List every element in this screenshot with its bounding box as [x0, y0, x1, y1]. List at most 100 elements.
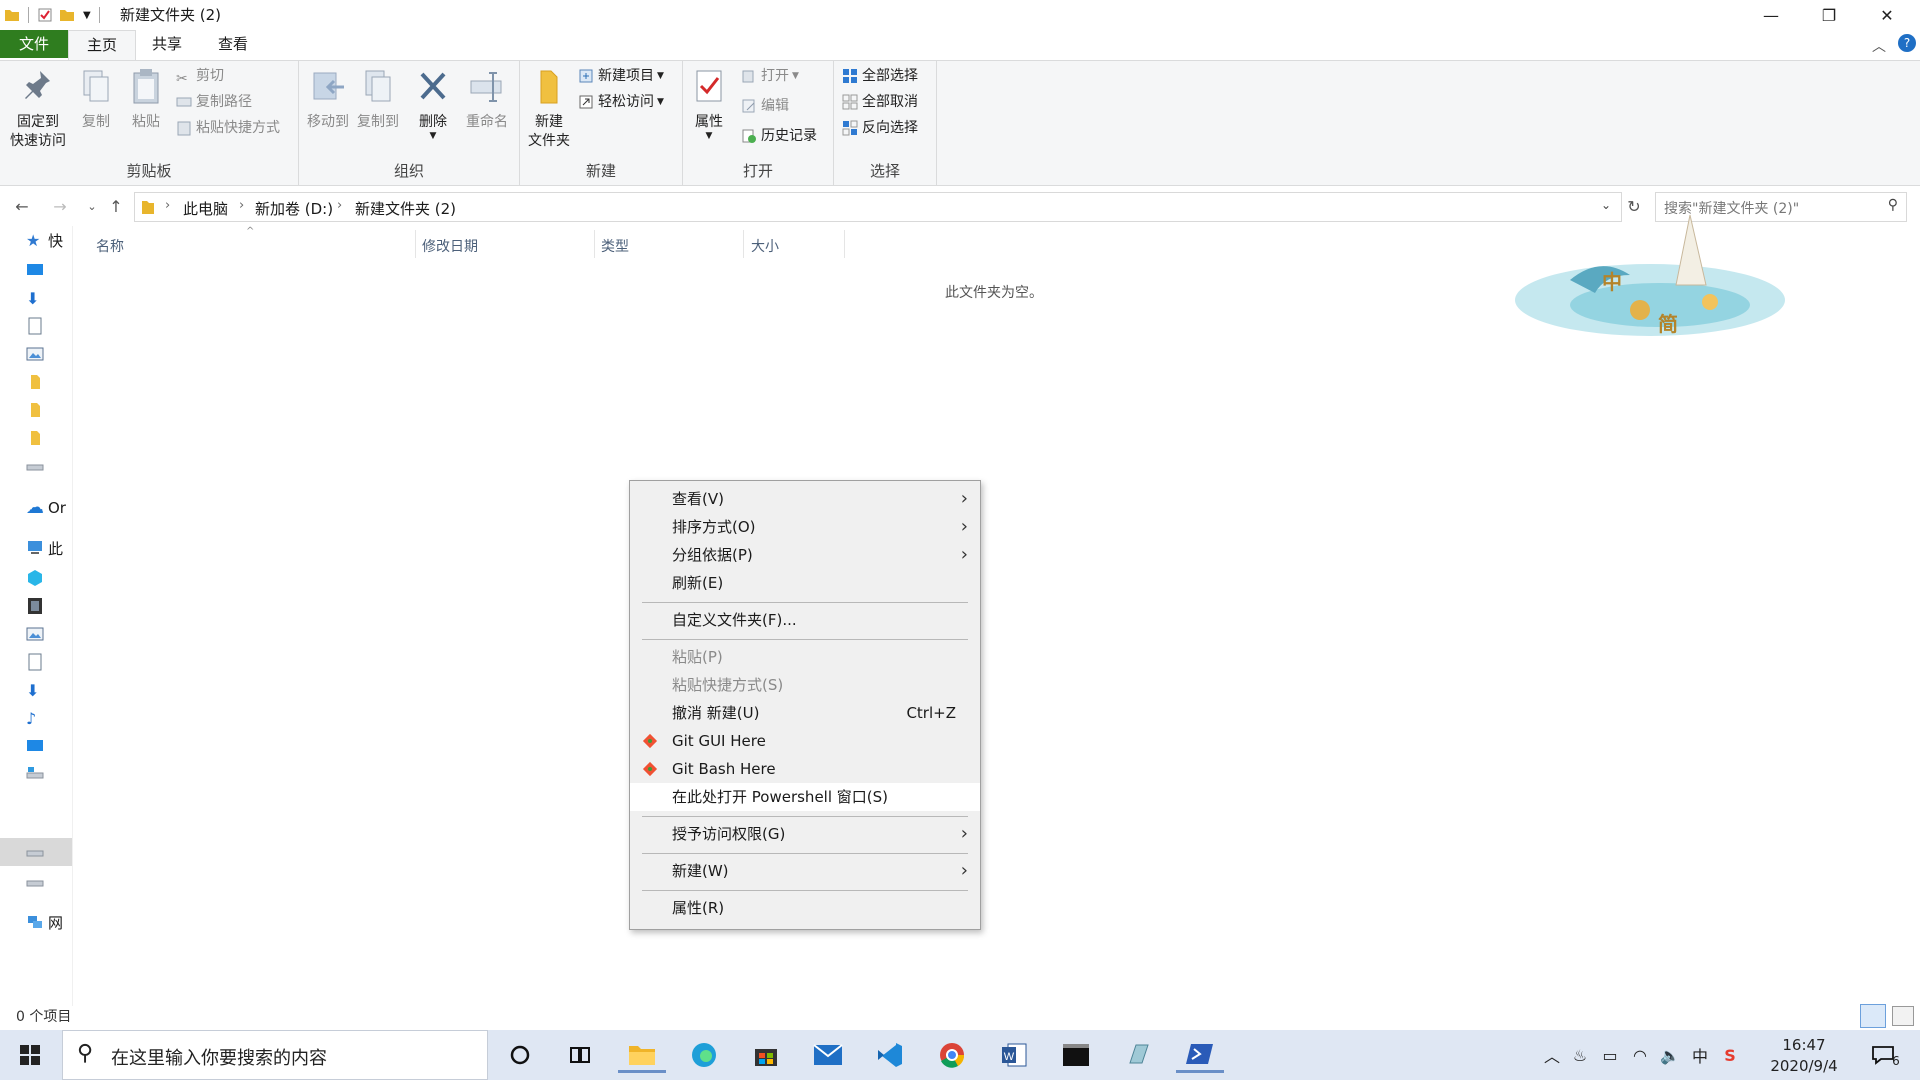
column-separator[interactable] [743, 230, 744, 258]
breadcrumb-separator-icon[interactable]: › [165, 198, 170, 213]
properties-dropdown-icon[interactable]: ▼ [687, 132, 731, 141]
tray-app-icon[interactable]: ♨ [1568, 1030, 1592, 1080]
menu-item-group-by[interactable]: 分组依据(P) › [630, 541, 980, 569]
menu-item-new[interactable]: 新建(W) › [630, 857, 980, 885]
taskbar-word[interactable]: W [990, 1037, 1038, 1073]
menu-item-git-bash[interactable]: Git Bash Here [630, 755, 980, 783]
menu-item-git-gui[interactable]: Git GUI Here [630, 727, 980, 755]
forward-icon[interactable]: → [48, 194, 72, 218]
column-separator[interactable] [415, 230, 416, 258]
nav-pictures-2[interactable] [26, 620, 72, 648]
nav-onedrive[interactable]: ☁ Or [26, 494, 72, 522]
rename-button[interactable]: 重命名 [461, 67, 513, 132]
taskbar-mail[interactable] [804, 1037, 852, 1073]
cut-button[interactable]: ✂ 剪切 [176, 65, 224, 87]
nav-desktop[interactable] [26, 256, 72, 284]
select-none-button[interactable]: 全部取消 [842, 91, 918, 113]
nav-documents[interactable] [26, 312, 72, 340]
history-button[interactable]: 历史记录 [741, 125, 817, 147]
select-all-button[interactable]: 全部选择 [842, 65, 918, 87]
open-button[interactable]: 打开 ▼ [741, 65, 799, 87]
nav-downloads-2[interactable]: ⬇ [26, 676, 72, 704]
delete-dropdown-icon[interactable]: ▼ [411, 132, 455, 141]
menu-item-undo-new[interactable]: 撤消 新建(U) Ctrl+Z [630, 699, 980, 727]
nav-drive-c[interactable] [26, 760, 72, 788]
show-hidden-icons-icon[interactable]: ︿ [1540, 1030, 1564, 1080]
nav-folder-1[interactable] [26, 368, 72, 396]
menu-item-paste-shortcut[interactable]: 粘贴快捷方式(S) [630, 671, 980, 699]
menu-item-paste[interactable]: 粘贴(P) [630, 643, 980, 671]
help-icon[interactable]: ? [1898, 34, 1916, 52]
nav-downloads[interactable]: ⬇ [26, 284, 72, 312]
recent-locations-icon[interactable]: ⌄ [80, 194, 104, 218]
column-separator[interactable] [844, 230, 845, 258]
nav-music[interactable]: ♪ [26, 704, 72, 732]
copy-button[interactable]: 复制 [74, 67, 118, 132]
nav-folder-3[interactable] [26, 424, 72, 452]
invert-selection-button[interactable]: 反向选择 [842, 117, 918, 139]
nav-folder-2[interactable] [26, 396, 72, 424]
battery-icon[interactable]: ▭ [1598, 1030, 1622, 1080]
close-button[interactable]: ✕ [1858, 0, 1916, 30]
menu-item-view[interactable]: 查看(V) › [630, 485, 980, 513]
copy-path-button[interactable]: 复制路径 [176, 91, 252, 113]
back-icon[interactable]: ← [10, 194, 34, 218]
nav-network[interactable]: 网 [26, 908, 72, 936]
collapse-ribbon-icon[interactable]: ︿ [1872, 36, 1886, 56]
details-view-icon[interactable] [1860, 1004, 1886, 1028]
breadcrumb-separator-icon[interactable]: › [239, 198, 244, 213]
delete-button[interactable]: 删除 ▼ [411, 67, 455, 141]
taskbar-search-box[interactable]: ⚲ 在这里输入你要搜索的内容 [62, 1030, 488, 1080]
edit-button[interactable]: 编辑 [741, 95, 789, 117]
taskbar-app[interactable] [1114, 1037, 1162, 1073]
paste-button[interactable]: 粘贴 [122, 67, 170, 132]
minimize-button[interactable]: — [1742, 0, 1800, 30]
taskbar-vscode[interactable] [866, 1037, 914, 1073]
column-header-name[interactable]: 名称 [96, 236, 124, 256]
menu-item-customize-folder[interactable]: 自定义文件夹(F)... [630, 606, 980, 634]
taskbar-powershell[interactable] [1176, 1037, 1224, 1073]
large-icons-view-icon[interactable] [1892, 1006, 1914, 1026]
nav-desktop-2[interactable] [26, 732, 72, 760]
new-folder-button[interactable]: 新建 文件夹 [524, 67, 574, 151]
menu-item-properties[interactable]: 属性(R) [630, 894, 980, 922]
column-header-date-modified[interactable]: 修改日期 [422, 236, 478, 256]
nav-videos[interactable] [26, 592, 72, 620]
task-view-button[interactable] [556, 1037, 604, 1073]
input-method-indicator[interactable]: 中 [1688, 1030, 1712, 1080]
customize-quick-access-icon[interactable]: ▼ [83, 10, 91, 21]
nav-3d-objects[interactable] [26, 564, 72, 592]
nav-pictures[interactable] [26, 340, 72, 368]
nav-this-pc[interactable]: 此 [26, 534, 72, 562]
start-button[interactable] [6, 1037, 54, 1073]
up-icon[interactable]: ↑ [104, 194, 128, 218]
volume-icon[interactable]: 🔈 [1658, 1030, 1682, 1080]
taskbar-file-explorer[interactable] [618, 1037, 666, 1073]
taskbar-edge[interactable] [680, 1037, 728, 1073]
nav-drive-e[interactable] [26, 868, 72, 896]
nav-documents-2[interactable] [26, 648, 72, 676]
properties-quick-icon[interactable] [37, 7, 53, 23]
taskbar-store[interactable] [742, 1037, 790, 1073]
search-icon[interactable]: ⚲ [1888, 197, 1898, 213]
taskbar-chrome[interactable] [928, 1037, 976, 1073]
wifi-icon[interactable]: ◠ [1628, 1030, 1652, 1080]
paste-shortcut-button[interactable]: 粘贴快捷方式 [176, 117, 280, 139]
pin-quick-access-button[interactable]: 固定到 快速访问 [6, 67, 70, 151]
breadcrumb-separator-icon[interactable]: › [337, 198, 342, 213]
easy-access-button[interactable]: 轻松访问 ▼ [578, 91, 664, 113]
maximize-button[interactable]: ❐ [1800, 0, 1858, 30]
tab-home[interactable]: 主页 [68, 30, 136, 60]
column-header-type[interactable]: 类型 [601, 236, 629, 256]
new-folder-quick-icon[interactable] [59, 7, 75, 23]
taskbar-terminal[interactable] [1052, 1037, 1100, 1073]
cortana-button[interactable] [496, 1037, 544, 1073]
menu-item-refresh[interactable]: 刷新(E) [630, 569, 980, 597]
properties-button[interactable]: 属性 ▼ [687, 67, 731, 141]
tab-share[interactable]: 共享 [134, 30, 200, 58]
action-center-button[interactable]: 6 [1866, 1030, 1906, 1080]
tab-view[interactable]: 查看 [200, 30, 266, 58]
column-header-size[interactable]: 大小 [751, 236, 779, 256]
nav-drive-d[interactable] [26, 838, 72, 866]
menu-item-sort-by[interactable]: 排序方式(O) › [630, 513, 980, 541]
